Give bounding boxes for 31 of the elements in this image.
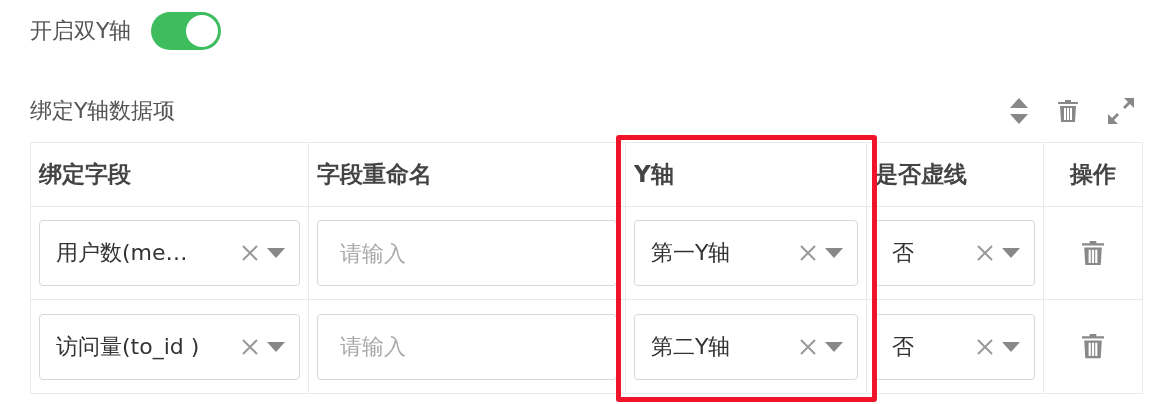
caret-icon[interactable] (1002, 248, 1020, 258)
sort-icon[interactable] (1010, 98, 1028, 124)
caret-icon[interactable] (1002, 341, 1020, 352)
column-header: 是否虚线 (867, 143, 1044, 207)
clear-icon[interactable] (799, 244, 817, 262)
toggle-switch[interactable] (151, 12, 222, 50)
clear-icon[interactable] (976, 337, 994, 356)
caret-icon[interactable] (825, 248, 843, 258)
clear-icon[interactable] (799, 337, 817, 356)
caret-icon[interactable] (267, 248, 285, 258)
caret-icon[interactable] (825, 341, 843, 352)
delete-icon[interactable] (1058, 100, 1078, 122)
column-header: 字段重命名 (309, 143, 626, 207)
column-header: Y轴 (626, 143, 867, 207)
delete-icon[interactable] (1082, 240, 1104, 266)
select-field[interactable]: 第一Y轴 (634, 220, 858, 286)
section-title: 绑定Y轴数据项 (30, 97, 176, 125)
toggle-label: 开启双Y轴 (30, 17, 132, 45)
column-header: 操作 (1044, 143, 1143, 207)
input-field[interactable]: 请输入 (317, 313, 617, 380)
caret-icon[interactable] (267, 341, 285, 352)
select-field[interactable]: 用户数(me… (39, 220, 300, 286)
select-field[interactable]: 访问量(to_id ) (39, 313, 300, 380)
column-header: 绑定字段 (31, 143, 309, 207)
clear-icon[interactable] (976, 244, 994, 262)
clear-icon[interactable] (241, 337, 259, 356)
expand-icon[interactable] (1108, 98, 1134, 124)
clear-icon[interactable] (241, 244, 259, 262)
select-field[interactable]: 第二Y轴 (634, 313, 858, 380)
input-field[interactable]: 请输入 (317, 220, 617, 286)
delete-icon[interactable] (1082, 334, 1104, 359)
